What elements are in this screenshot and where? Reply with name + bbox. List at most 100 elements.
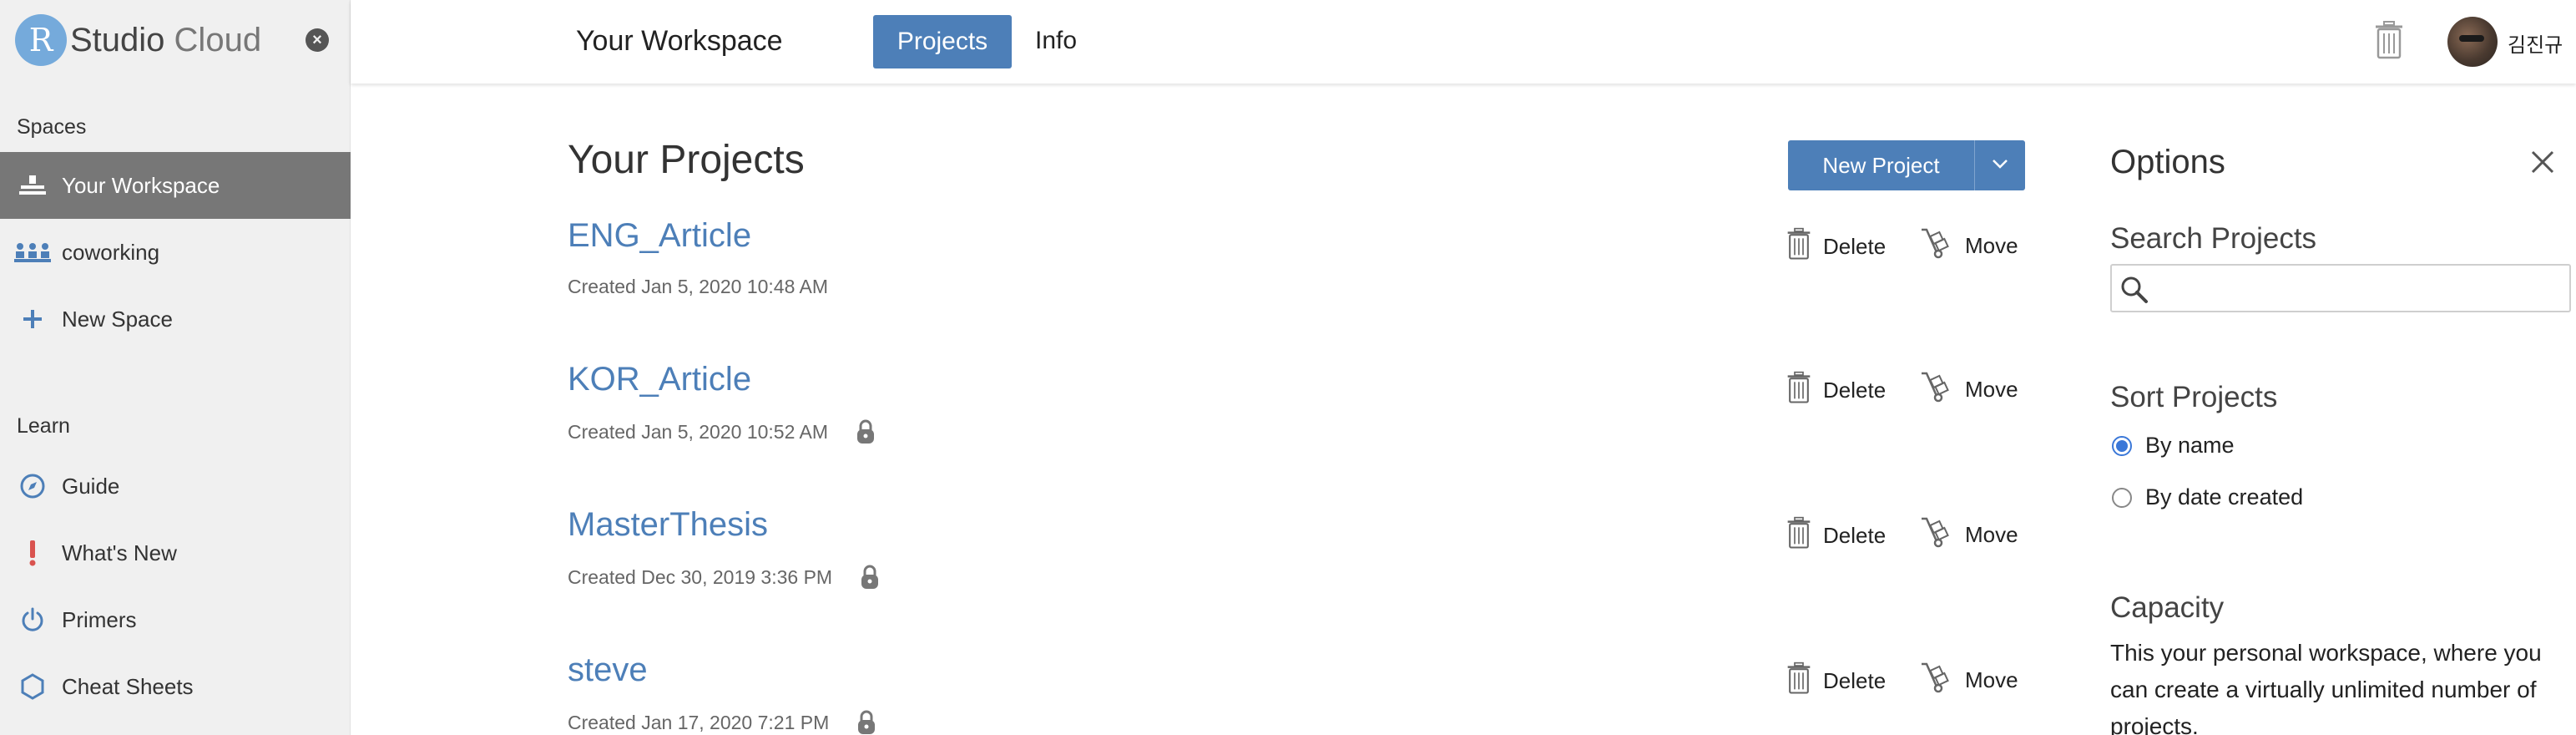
sidebar-item-label: Guide: [62, 473, 120, 499]
trash-icon: [1786, 516, 1811, 555]
r-logo-icon: R: [15, 14, 67, 66]
project-created-text: Created Dec 30, 2019 3:36 PM: [568, 565, 833, 588]
trash-icon: [1786, 227, 1811, 266]
close-options-button[interactable]: [2529, 149, 2556, 180]
move-label: Move: [1965, 377, 2018, 402]
move-button[interactable]: Move: [1920, 662, 2018, 699]
sidebar-item-label: Your Workspace: [62, 172, 220, 198]
sidebar: R Studio Cloud × Spaces Your Workspace c…: [0, 0, 351, 735]
search-icon: [2119, 274, 2150, 310]
lock-icon: [857, 710, 876, 735]
delete-button[interactable]: Delete: [1786, 662, 1886, 701]
sidebar-item-your-workspace[interactable]: Your Workspace: [0, 152, 351, 219]
project-row: MasterThesis Created Dec 30, 2019 3:36 P…: [568, 506, 2037, 623]
sort-projects-heading: Sort Projects: [2110, 381, 2278, 413]
delete-label: Delete: [1823, 523, 1887, 548]
new-project-button[interactable]: New Project: [1788, 140, 1975, 190]
hand-truck-icon: [1920, 662, 1953, 699]
chevron-down-icon: [1992, 158, 2008, 173]
projects-title: Your Projects: [568, 138, 805, 182]
tab-projects[interactable]: Projects: [873, 15, 1012, 68]
project-created: Created Jan 5, 2020 10:48 AM: [568, 276, 828, 298]
capacity-description: This your personal workspace, where you …: [2110, 640, 2542, 735]
sort-by-name-option[interactable]: By name: [2112, 433, 2235, 459]
delete-label: Delete: [1823, 668, 1887, 693]
page-title: Your Workspace: [576, 25, 783, 57]
sort-by-name-label: By name: [2145, 433, 2235, 458]
sidebar-item-label: Primers: [62, 606, 137, 632]
sidebar-item-label: New Space: [62, 306, 173, 332]
exclamation-icon: [0, 540, 62, 566]
move-button[interactable]: Move: [1920, 516, 2018, 554]
project-row: steve Created Jan 17, 2020 7:21 PM Delet…: [568, 651, 2037, 735]
project-created: Created Dec 30, 2019 3:36 PM: [568, 565, 879, 590]
capacity-heading: Capacity: [2110, 591, 2225, 624]
sidebar-item-guide[interactable]: Guide: [0, 453, 351, 520]
sidebar-item-label: coworking: [62, 239, 160, 265]
workspace-icon: [0, 174, 62, 197]
user-name[interactable]: 김진규: [2508, 28, 2563, 58]
move-label: Move: [1965, 233, 2018, 258]
rstudio-cloud-logo[interactable]: R Studio Cloud: [15, 14, 261, 66]
delete-button[interactable]: Delete: [1786, 227, 1886, 266]
delete-label: Delete: [1823, 234, 1887, 259]
lock-icon: [861, 565, 879, 590]
search-projects-field: [2110, 264, 2571, 312]
move-button[interactable]: Move: [1920, 371, 2018, 408]
logo-text-bold: Studio: [70, 21, 165, 58]
close-sidebar-button[interactable]: ×: [306, 28, 329, 52]
logo-text: Studio Cloud: [70, 22, 261, 59]
options-title: Options: [2110, 144, 2225, 180]
plus-icon: [0, 309, 62, 329]
hand-truck-icon: [1920, 516, 1953, 554]
project-name-link[interactable]: steve: [568, 651, 648, 689]
sort-by-date-option[interactable]: By date created: [2112, 484, 2303, 510]
sidebar-item-primers[interactable]: Primers: [0, 586, 351, 653]
compass-icon: [0, 473, 62, 499]
avatar[interactable]: [2447, 17, 2498, 67]
power-icon: [0, 606, 62, 633]
move-label: Move: [1965, 667, 2018, 692]
move-label: Move: [1965, 522, 2018, 547]
radio-by-name[interactable]: [2112, 435, 2132, 456]
project-created: Created Jan 5, 2020 10:52 AM: [568, 419, 875, 444]
project-created: Created Jan 17, 2020 7:21 PM: [568, 710, 876, 735]
trash-icon[interactable]: [2374, 20, 2404, 64]
hand-truck-icon: [1920, 371, 1953, 408]
trash-icon: [1786, 662, 1811, 701]
search-projects-heading: Search Projects: [2110, 222, 2317, 255]
learn-heading: Learn: [17, 414, 70, 438]
radio-by-date[interactable]: [2112, 487, 2132, 508]
close-icon: [2529, 150, 2556, 179]
search-input[interactable]: [2154, 272, 2563, 304]
sidebar-item-whats-new[interactable]: What's New: [0, 520, 351, 586]
project-row: ENG_Article Created Jan 5, 2020 10:48 AM…: [568, 217, 2037, 334]
hand-truck-icon: [1920, 227, 1953, 265]
top-bar: Your Workspace Projects Info 김진규: [351, 0, 2576, 84]
logo-text-light: Cloud: [174, 21, 262, 58]
project-row: KOR_Article Created Jan 5, 2020 10:52 AM…: [568, 361, 2037, 478]
tab-info[interactable]: Info: [1035, 27, 1077, 55]
sidebar-item-new-space[interactable]: New Space: [0, 286, 351, 352]
sidebar-item-cheat-sheets[interactable]: Cheat Sheets: [0, 653, 351, 720]
hexagon-icon: [0, 673, 62, 700]
new-project-dropdown-button[interactable]: [1975, 140, 2025, 190]
sort-by-date-label: By date created: [2145, 484, 2304, 509]
sidebar-item-coworking[interactable]: coworking: [0, 219, 351, 286]
delete-button[interactable]: Delete: [1786, 516, 1886, 555]
delete-button[interactable]: Delete: [1786, 371, 1886, 410]
move-button[interactable]: Move: [1920, 227, 2018, 265]
spaces-heading: Spaces: [17, 115, 87, 139]
project-name-link[interactable]: ENG_Article: [568, 217, 751, 255]
project-name-link[interactable]: MasterThesis: [568, 506, 768, 544]
new-project-button-group: New Project: [1788, 140, 2025, 190]
sidebar-item-label: What's New: [62, 540, 177, 565]
people-icon: [0, 241, 62, 263]
delete-label: Delete: [1823, 378, 1887, 403]
lock-icon: [856, 419, 875, 444]
project-created-text: Created Jan 5, 2020 10:52 AM: [568, 420, 828, 443]
trash-icon: [1786, 371, 1811, 410]
project-name-link[interactable]: KOR_Article: [568, 361, 751, 398]
project-created-text: Created Jan 5, 2020 10:48 AM: [568, 276, 828, 297]
project-created-text: Created Jan 17, 2020 7:21 PM: [568, 711, 830, 733]
